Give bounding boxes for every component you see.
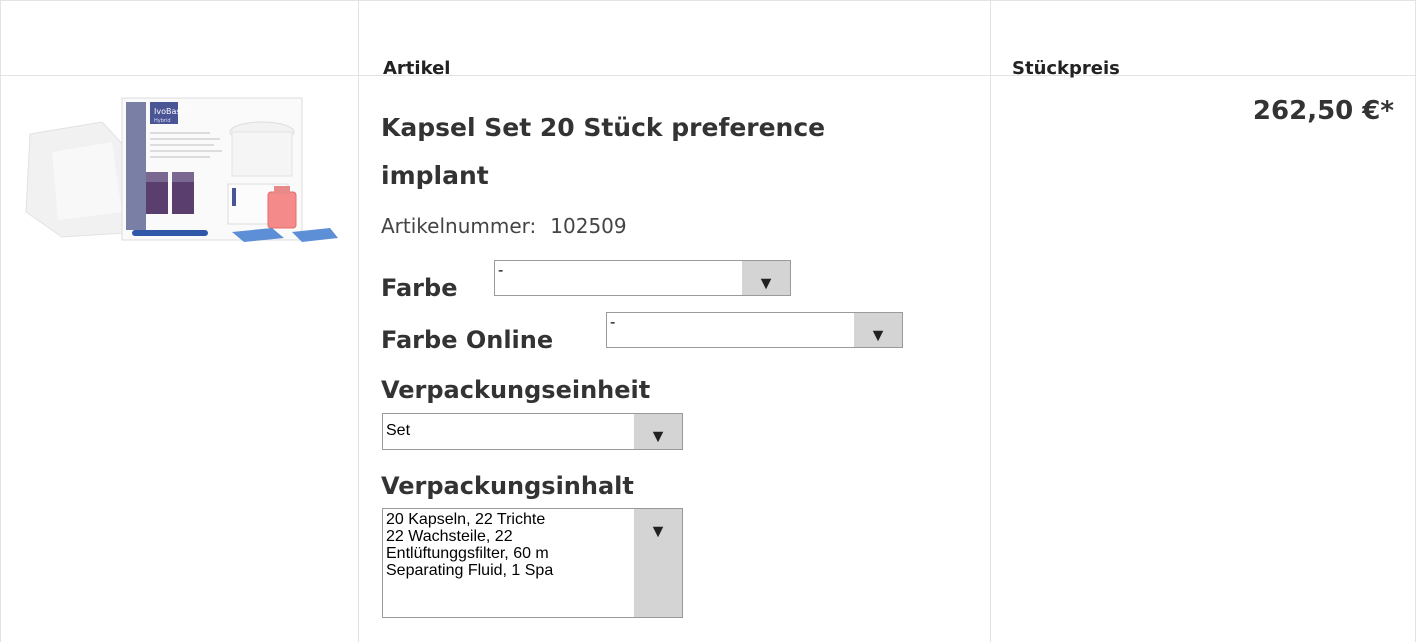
- table-top-border: [0, 0, 1416, 1]
- header-unit-price: Stückpreis: [1012, 58, 1120, 79]
- chevron-down-icon[interactable]: ▼: [742, 261, 790, 295]
- table-left-border: [0, 0, 1, 642]
- column-divider-1: [358, 0, 359, 642]
- verpackungsinhalt-line: Separating Fluid, 1 Spa: [386, 562, 554, 579]
- option-label-farbe: Farbe: [381, 274, 458, 302]
- chevron-down-icon[interactable]: ▼: [634, 414, 682, 449]
- product-image[interactable]: IvoBase Hybrid: [22, 92, 342, 252]
- header-article: Artikel: [383, 58, 451, 79]
- verpackungsinhalt-line: 20 Kapseln, 22 Trichte: [386, 511, 546, 528]
- option-label-farbe-online: Farbe Online: [381, 326, 554, 354]
- chevron-down-icon[interactable]: ▼: [854, 313, 902, 347]
- header-divider: [0, 75, 1416, 76]
- unit-price: 262,50 €*: [1252, 96, 1394, 126]
- option-label-verpackungseinheit: Verpackungseinheit: [381, 376, 651, 404]
- verpackungsinhalt-lines: 20 Kapseln, 22 Trichte 22 Wachsteile, 22…: [386, 511, 634, 579]
- svg-text:Hybrid: Hybrid: [154, 118, 171, 124]
- column-divider-2: [990, 0, 991, 642]
- article-number-label: Artikelnummer:: [381, 214, 537, 238]
- article-number-value: 102509: [550, 214, 627, 238]
- option-label-verpackungsinhalt: Verpackungsinhalt: [381, 472, 634, 500]
- chevron-down-icon[interactable]: ▼: [634, 509, 682, 617]
- farbe-online-select[interactable]: - ▼: [606, 312, 903, 348]
- product-title[interactable]: Kapsel Set 20 Stück preference implant: [381, 104, 941, 200]
- article-number-row: Artikelnummer: 102509: [381, 214, 627, 238]
- verpackungseinheit-select[interactable]: Set ▼: [382, 413, 683, 450]
- cart-table: Artikel Stückpreis IvoBase Hybrid Kapsel…: [0, 0, 1416, 642]
- farbe-online-select-value: -: [610, 314, 616, 331]
- verpackungsinhalt-line: 22 Wachsteile, 22: [386, 528, 513, 545]
- svg-text:IvoBase: IvoBase: [154, 107, 186, 116]
- farbe-select-value: -: [498, 262, 504, 279]
- verpackungsinhalt-select[interactable]: 20 Kapseln, 22 Trichte 22 Wachsteile, 22…: [382, 508, 683, 618]
- verpackungsinhalt-line: Entlüftunggsfilter, 60 m: [386, 545, 549, 562]
- verpackungseinheit-select-value: Set: [386, 422, 411, 439]
- farbe-select[interactable]: - ▼: [494, 260, 791, 296]
